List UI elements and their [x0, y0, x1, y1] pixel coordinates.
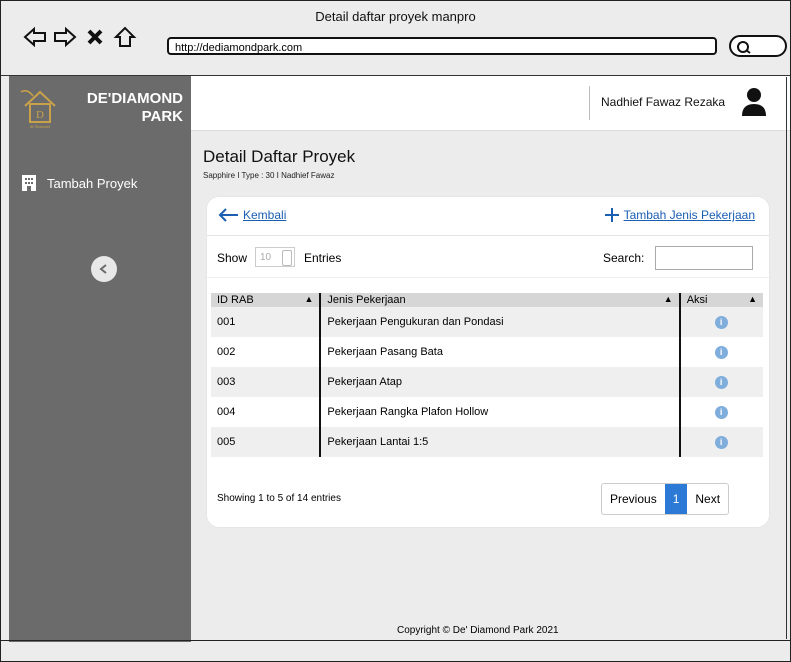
previous-button[interactable]: Previous [602, 484, 665, 514]
page-title: Detail Daftar Proyek [203, 147, 356, 166]
collapse-sidebar-button[interactable] [91, 256, 117, 282]
rab-table-card: Kembali Tambah Jenis Pekerjaan Show 10 E… [207, 197, 769, 527]
header-divider [589, 86, 590, 120]
info-icon[interactable]: i [714, 405, 728, 419]
plus-icon [604, 208, 619, 222]
action-row: Kembali Tambah Jenis Pekerjaan [207, 197, 769, 236]
info-icon[interactable]: i [714, 315, 728, 329]
info-icon[interactable]: i [714, 375, 728, 389]
home-icon[interactable] [113, 25, 137, 49]
sort-icon: ▲︎ [663, 294, 673, 304]
entries-select[interactable]: 10 [255, 247, 295, 267]
table-row: 005 Pekerjaan Lantai 1:5 i [211, 427, 763, 457]
table-row: 003 Pekerjaan Atap i [211, 367, 763, 397]
search-icon [737, 41, 751, 54]
brand-logo: D de' Diamond [19, 86, 61, 130]
vertical-scrollbar[interactable] [786, 77, 790, 639]
user-avatar-icon[interactable] [741, 86, 767, 118]
window-title: Detail daftar proyek manpro [315, 9, 476, 24]
pagination-summary: Showing 1 to 5 of 14 entries [217, 493, 341, 504]
arrow-left-icon [218, 208, 238, 222]
page-subtitle: Sapphire I Type : 30 I Nadhief Fawaz [203, 171, 335, 180]
table-row: 004 Pekerjaan Rangka Plafon Hollow i [211, 397, 763, 427]
svg-text:de' Diamond: de' Diamond [30, 124, 50, 129]
info-icon[interactable]: i [714, 345, 728, 359]
browser-nav [23, 25, 137, 49]
show-label: Show [217, 251, 248, 265]
page-1-button[interactable]: 1 [664, 484, 688, 514]
next-button[interactable]: Next [687, 484, 728, 514]
user-name[interactable]: Nadhief Fawaz Rezaka [601, 95, 725, 109]
add-job-type-link[interactable]: Tambah Jenis Pekerjaan [604, 207, 755, 223]
column-header-id[interactable]: ID RAB ▲︎ [211, 293, 321, 307]
svg-text:D: D [36, 109, 44, 121]
table-row: 002 Pekerjaan Pasang Bata i [211, 337, 763, 367]
browser-search[interactable] [729, 35, 787, 57]
rab-table: ID RAB ▲︎ Jenis Pekerjaan ▲︎ Aksi ▲︎ 001 Pe… [211, 293, 763, 457]
search-input[interactable] [655, 246, 753, 270]
table-row: 001 Pekerjaan Pengukuran dan Pondasi i [211, 307, 763, 337]
top-bar: Nadhief Fawaz Rezaka [191, 76, 790, 131]
search-label: Search: [603, 251, 645, 265]
sidebar: D de' Diamond DE'DIAMOND PARK Tambah Pro… [9, 76, 191, 642]
table-controls: Show 10 Entries Search: [207, 237, 769, 278]
column-header-jenis[interactable]: Jenis Pekerjaan ▲︎ [319, 293, 680, 307]
back-arrow-icon[interactable] [23, 25, 47, 49]
close-icon[interactable] [83, 25, 107, 49]
bottom-divider [1, 640, 790, 641]
browser-window: Detail daftar proyek manpro http://dedia… [0, 0, 791, 662]
sort-icon: ▲︎ [748, 294, 757, 304]
info-icon[interactable]: i [714, 435, 728, 449]
sort-icon: ▲︎ [304, 294, 314, 304]
url-bar[interactable]: http://dediamondpark.com [167, 37, 717, 55]
brand-name: DE'DIAMOND PARK [86, 90, 183, 125]
forward-arrow-icon[interactable] [53, 25, 77, 49]
column-header-aksi[interactable]: Aksi ▲︎ [678, 293, 763, 307]
back-link[interactable]: Kembali [217, 207, 286, 223]
spinner-icon[interactable] [282, 250, 292, 266]
sidebar-item-label: Tambah Proyek [47, 175, 138, 191]
entries-label: Entries [304, 251, 342, 265]
chevron-left-icon [99, 264, 107, 274]
pagination: Previous 1 Next [601, 483, 730, 515]
building-icon [22, 175, 36, 191]
footer-copyright: Copyright © De' Diamond Park 2021 [397, 625, 559, 636]
sidebar-item-tambah-proyek[interactable]: Tambah Proyek [21, 174, 137, 192]
